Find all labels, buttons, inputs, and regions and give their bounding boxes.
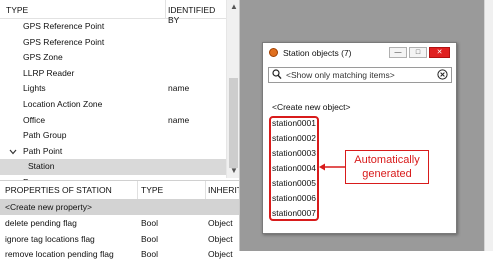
tree-row[interactable]: Location Action Zone [0, 97, 226, 113]
create-new-property-row[interactable]: <Create new property> [0, 199, 240, 215]
close-button[interactable]: ✕ [429, 47, 450, 58]
tree-row[interactable]: Path Group [0, 128, 226, 144]
clear-search-icon[interactable] [437, 69, 448, 80]
tree-row-label: Path Point [23, 145, 63, 156]
col-type-header[interactable]: TYPE [141, 185, 163, 195]
tree-row-station-selected[interactable]: Station [0, 159, 226, 175]
property-row-partial[interactable]: remove location pending flag Bool Object [0, 246, 240, 262]
tree-scrollbar[interactable]: ▲ ▼ [226, 0, 240, 178]
window-title: Station objects (7) [283, 48, 352, 58]
property-type: Bool [141, 234, 159, 244]
property-inherit: Object [208, 234, 233, 244]
tree-row-label: GPS Reference Point [23, 21, 105, 31]
property-name: remove location pending flag [5, 249, 114, 259]
search-icon [272, 69, 282, 80]
col-inherit-header[interactable]: INHERIT [208, 185, 242, 195]
header-separator [137, 181, 138, 199]
property-type: Bool [141, 249, 159, 259]
object-type-panel: TYPE IDENTIFIED BY GPS Reference Point G… [0, 0, 242, 259]
tree-row-label: GPS Zone [23, 52, 63, 63]
property-name: delete pending flag [5, 218, 77, 228]
properties-header: PROPERTIES OF STATION TYPE INHERIT [0, 180, 242, 200]
property-inherit: Object [208, 218, 233, 228]
tree-row-value: name [168, 114, 190, 125]
tree-row-value: name [168, 83, 190, 94]
tree-row-label: Station [28, 161, 55, 172]
header-separator [165, 0, 166, 18]
tree-row[interactable]: GPS Reference Point [0, 35, 226, 51]
search-placeholder: <Show only matching items> [286, 70, 395, 80]
type-tree: GPS Reference Point GPS Reference Point … [0, 19, 226, 191]
tree-row-label: Office [23, 114, 46, 125]
property-row[interactable]: delete pending flag Bool Object [0, 215, 240, 231]
highlight-box [269, 116, 319, 221]
annotation-arrow [319, 163, 345, 171]
tree-header: TYPE IDENTIFIED BY [0, 0, 226, 25]
tree-row-label: Location Action Zone [23, 98, 103, 109]
desktop-scrollbar[interactable] [484, 0, 493, 251]
tree-row[interactable]: Office name [0, 113, 226, 129]
scroll-up-icon[interactable]: ▲ [230, 2, 238, 11]
tree-row-label: Path Group [23, 130, 67, 141]
header-separator [205, 181, 206, 199]
minimize-button[interactable]: — [389, 47, 407, 58]
create-new-object-item[interactable]: <Create new object> [272, 102, 350, 112]
tree-row[interactable]: LLRP Reader [0, 66, 226, 82]
window-titlebar[interactable]: Station objects (7) — □ ✕ [263, 43, 456, 63]
annotation-callout: Automatically generated [345, 150, 429, 184]
annotation-line1: Automatically [354, 154, 420, 166]
tree-row-path-point[interactable]: Path Point [0, 144, 226, 160]
search-input[interactable]: <Show only matching items> [268, 67, 452, 83]
tree-row-label: Lights [23, 83, 46, 94]
scrollbar-thumb[interactable] [229, 78, 238, 168]
property-name: <Create new property> [5, 202, 92, 212]
property-row[interactable]: ignore tag locations flag Bool Object [0, 231, 240, 247]
property-inherit: Object [208, 249, 233, 259]
tree-row[interactable]: GPS Zone [0, 50, 226, 66]
col-type-header[interactable]: TYPE [6, 5, 28, 15]
tree-row-label: GPS Reference Point [23, 36, 105, 47]
property-name: ignore tag locations flag [5, 234, 95, 244]
app-icon [269, 48, 278, 57]
col-properties-header[interactable]: PROPERTIES OF STATION [5, 185, 112, 195]
property-type: Bool [141, 218, 159, 228]
scroll-down-icon[interactable]: ▼ [230, 166, 238, 175]
tree-row[interactable]: Lights name [0, 81, 226, 97]
annotation-line2: generated [362, 168, 412, 180]
tree-row[interactable]: GPS Reference Point [0, 19, 226, 35]
maximize-button[interactable]: □ [409, 47, 427, 58]
tree-row-label: LLRP Reader [23, 67, 75, 78]
